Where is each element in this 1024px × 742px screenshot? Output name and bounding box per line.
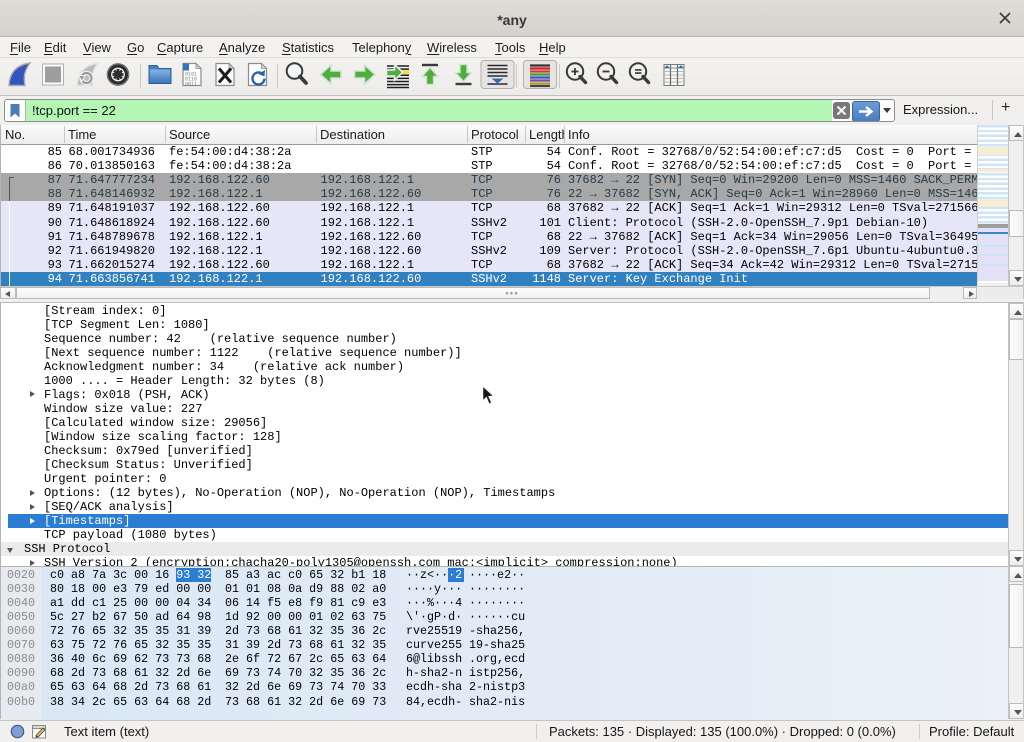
svg-text:0011: 0011	[185, 82, 197, 88]
